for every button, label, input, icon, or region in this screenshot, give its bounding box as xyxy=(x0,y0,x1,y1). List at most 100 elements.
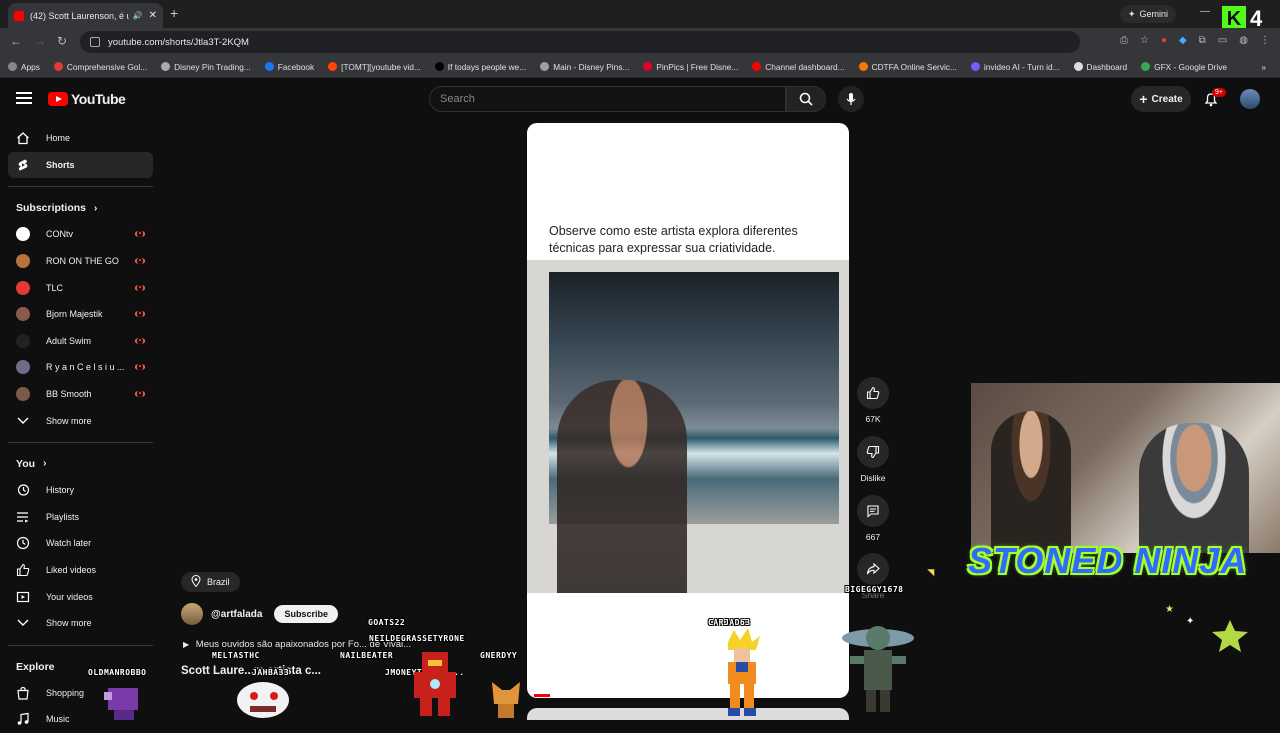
new-tab-button[interactable]: + xyxy=(170,5,178,21)
extension-icons: ⎙ ☆ ● ◆ ⧉ ▭ ◍ ⋮ xyxy=(1120,35,1270,46)
playlists-icon xyxy=(16,510,30,524)
you-list: History Playlists Watch later Liked videos Y… xyxy=(8,477,153,637)
bookmark-item[interactable]: GFX - Google Drive xyxy=(1141,62,1227,72)
video-progress-bar[interactable] xyxy=(534,694,550,697)
account-avatar[interactable] xyxy=(1240,89,1260,109)
streamer-webcam xyxy=(971,383,1280,553)
extension-red-icon[interactable]: ● xyxy=(1161,35,1167,46)
sidebar-item-history[interactable]: History xyxy=(8,477,153,504)
bookmark-item[interactable]: [TOMT][youtube vid... xyxy=(328,62,421,72)
sidebar-subscription-item[interactable]: Bjorn Majestik xyxy=(8,301,153,328)
channel-name[interactable]: @artfalada xyxy=(211,609,262,620)
create-label: Create xyxy=(1151,93,1183,105)
bookmark-item[interactable]: Facebook xyxy=(264,61,315,72)
bookmark-item[interactable]: Channel dashboard... xyxy=(752,62,845,72)
sidebar-item-label: Liked videos xyxy=(46,565,97,576)
sidebar: Home Shorts Subscriptions › CONtv RON ON … xyxy=(8,125,153,733)
sidebar-subscription-item[interactable]: BB Smooth xyxy=(8,381,153,408)
bookmark-item[interactable]: Main - Disney Pins... xyxy=(540,62,629,72)
live-indicator-icon xyxy=(135,311,145,318)
sidebar-item-show-more-subscriptions[interactable]: Show more xyxy=(8,407,153,434)
bookmark-favicon-icon xyxy=(858,62,868,71)
next-short-preview[interactable] xyxy=(527,708,849,720)
sidebar-subscription-item[interactable]: RON ON THE GO xyxy=(8,248,153,275)
youtube-logo[interactable]: YouTube xyxy=(48,91,126,107)
sidebar-subscription-item[interactable]: R y a n C e l s i u ... xyxy=(8,354,153,381)
channel-avatar[interactable] xyxy=(181,603,203,625)
you-title: You xyxy=(16,457,36,470)
like-count: 67K xyxy=(865,414,881,424)
sidebar-item-liked-videos[interactable]: Liked videos xyxy=(8,557,153,584)
bookmark-item[interactable]: invideo AI - Turn id... xyxy=(970,62,1060,72)
bookmark-label: Facebook xyxy=(277,61,315,72)
sidebar-subscription-item[interactable]: Adult Swim xyxy=(8,328,153,355)
search-button[interactable] xyxy=(786,86,826,112)
shorts-video-player[interactable]: Observe como este artista explora difere… xyxy=(527,123,849,698)
install-icon[interactable]: ⎙ xyxy=(1120,35,1128,46)
create-button[interactable]: + Create xyxy=(1131,86,1191,112)
search-input[interactable]: Search xyxy=(429,86,786,112)
sidebar-item-show-more[interactable]: Show more xyxy=(8,610,153,637)
bookmark-item[interactable]: Disney Pin Trading... xyxy=(161,62,251,72)
bookmark-label: PinPics | Free Disne... xyxy=(656,61,739,72)
like-button[interactable]: 67K xyxy=(857,377,889,424)
sidebar-item-shorts[interactable]: Shorts xyxy=(8,151,153,179)
bookmark-item[interactable]: If todays people we... xyxy=(434,62,526,72)
url-bar[interactable]: youtube.com/shorts/Jtla3T-2KQM xyxy=(80,31,1080,53)
tab-title: (42) Scott Laurenson, é um xyxy=(30,10,129,21)
browser-tab[interactable]: (42) Scott Laurenson, é um 🔊 ✕ xyxy=(8,3,163,28)
sidebar-item-label: Playlists xyxy=(46,511,80,522)
bookmark-item[interactable]: Comprehensive Gol... xyxy=(53,62,147,72)
forward-icon[interactable]: → xyxy=(34,34,46,48)
gemini-button[interactable]: ✦ Gemini xyxy=(1120,5,1177,23)
sidebar-item-your-videos[interactable]: Your videos xyxy=(8,583,153,610)
channel-avatar xyxy=(16,227,30,242)
close-tab-icon[interactable]: ✕ xyxy=(149,10,157,21)
you-header[interactable]: You › xyxy=(8,451,153,477)
live-indicator-icon xyxy=(135,258,145,265)
youtube-favicon-icon xyxy=(14,10,24,21)
comments-button[interactable]: 667 xyxy=(857,495,889,542)
bookmark-item[interactable]: Apps xyxy=(8,62,40,72)
bookmark-item[interactable]: Dashboard xyxy=(1073,62,1127,72)
puzzle-icon[interactable]: ⧉ xyxy=(1199,35,1206,46)
profile-icon[interactable]: ◍ xyxy=(1239,35,1248,46)
comment-icon xyxy=(857,495,889,527)
subscribe-button[interactable]: Subscribe xyxy=(274,605,338,623)
sidebar-item-label: BB Smooth xyxy=(46,389,92,400)
live-indicator-icon xyxy=(135,337,145,344)
bookmark-favicon-icon xyxy=(161,62,171,71)
bookmark-favicon-icon xyxy=(264,62,274,71)
sidebar-item-label: Shorts xyxy=(46,159,75,170)
home-icon xyxy=(16,131,30,145)
star-icon[interactable]: ☆ xyxy=(1140,35,1149,46)
subscriptions-header[interactable]: Subscriptions › xyxy=(8,195,153,221)
hamburger-menu-icon[interactable] xyxy=(16,92,32,104)
sidebar-subscription-item[interactable]: TLC xyxy=(8,274,153,301)
bookmark-item[interactable]: CDTFA Online Servic... xyxy=(858,62,957,72)
microphone-icon xyxy=(846,93,856,105)
site-info-icon[interactable] xyxy=(90,37,100,47)
sidebar-item-watch-later[interactable]: Watch later xyxy=(8,530,153,557)
reload-icon[interactable]: ↻ xyxy=(57,34,67,48)
sidebar-subscription-item[interactable]: CONtv xyxy=(8,221,153,248)
bookmark-item[interactable]: PinPics | Free Disne... xyxy=(643,62,738,72)
sidepanel-icon[interactable]: ▭ xyxy=(1218,35,1227,46)
sidebar-item-label: Adult Swim xyxy=(46,335,92,346)
more-icon[interactable]: ⋮ xyxy=(1260,35,1270,46)
explore-title: Explore xyxy=(16,660,55,673)
location-chip[interactable]: Brazil xyxy=(181,572,240,592)
voice-search-button[interactable] xyxy=(838,86,864,112)
sidebar-item-home[interactable]: Home xyxy=(8,125,153,152)
extension-blue-icon[interactable]: ◆ xyxy=(1179,35,1187,46)
dislike-button[interactable]: Dislike xyxy=(857,436,889,483)
channel-info: @artfalada Subscribe xyxy=(181,603,338,625)
play-triangle-icon: ▶ xyxy=(183,640,190,649)
more-bookmarks-icon[interactable]: » xyxy=(1261,62,1266,72)
bookmark-label: Disney Pin Trading... xyxy=(174,61,251,72)
back-icon[interactable]: ← xyxy=(10,34,22,48)
speaker-icon[interactable]: 🔊 xyxy=(133,11,143,20)
gamer-tag: MELTASTHC xyxy=(212,651,260,660)
sidebar-item-playlists[interactable]: Playlists xyxy=(8,504,153,531)
minimize-icon[interactable]: — xyxy=(1200,6,1210,17)
